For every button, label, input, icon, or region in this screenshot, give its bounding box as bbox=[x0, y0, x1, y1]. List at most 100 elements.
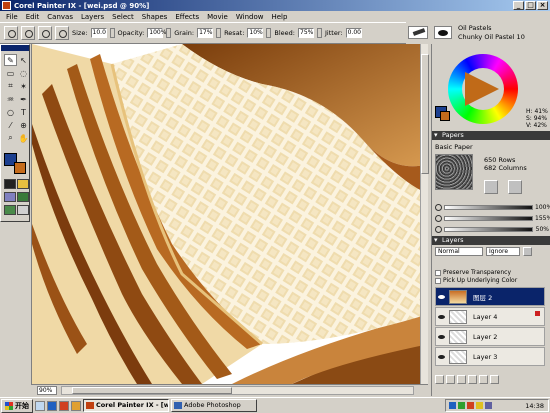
quicklaunch-desktop-icon[interactable] bbox=[35, 400, 45, 411]
create-mask-icon[interactable] bbox=[457, 375, 466, 384]
paper-scale-slider[interactable]: 100% bbox=[435, 203, 550, 212]
saturation-value-triangle[interactable] bbox=[465, 72, 499, 106]
rect-select-icon[interactable]: ▭ bbox=[4, 67, 17, 79]
layer-row-selected[interactable]: 图层 2 bbox=[435, 287, 545, 306]
quicklaunch-folder-icon[interactable] bbox=[71, 400, 81, 411]
papers-palette-header[interactable]: Papers bbox=[432, 131, 550, 140]
menu-shapes[interactable]: Shapes bbox=[138, 13, 172, 21]
paint-bucket-icon[interactable]: ♒ bbox=[4, 93, 17, 105]
group-layers-icon[interactable] bbox=[479, 375, 488, 384]
resat-field[interactable]: 10% bbox=[247, 28, 264, 38]
straight-line-icon[interactable] bbox=[38, 26, 52, 40]
grain-field[interactable]: 17% bbox=[197, 28, 214, 38]
additional-color-swatch[interactable] bbox=[14, 162, 26, 174]
nozzle-selector-icon[interactable] bbox=[17, 205, 29, 215]
gradient-selector-icon[interactable] bbox=[17, 179, 29, 189]
opacity-field[interactable]: 100% bbox=[147, 28, 166, 38]
dynamic-plugins-icon[interactable] bbox=[446, 375, 455, 384]
new-layer-icon[interactable] bbox=[468, 375, 477, 384]
close-button[interactable]: × bbox=[537, 1, 548, 10]
paper-selector-icon[interactable] bbox=[4, 179, 16, 189]
paper-brightness-slider[interactable]: 50% bbox=[435, 225, 549, 234]
magic-wand-icon[interactable]: ✶ bbox=[17, 80, 30, 92]
tray-security-icon[interactable] bbox=[458, 402, 465, 409]
paper-texture-preview[interactable] bbox=[435, 154, 473, 190]
pen-icon[interactable]: ✒ bbox=[17, 93, 30, 105]
menu-effects[interactable]: Effects bbox=[171, 13, 203, 21]
opacity-slider-button[interactable] bbox=[166, 28, 172, 38]
grain-slider-button[interactable] bbox=[216, 28, 222, 38]
brush-variant-name[interactable]: Chunky Oil Pastel 10 bbox=[458, 33, 525, 41]
resat-slider-button[interactable] bbox=[266, 28, 272, 38]
eye-icon[interactable] bbox=[438, 333, 446, 341]
grabber-icon[interactable]: ✋ bbox=[17, 132, 30, 144]
layer-options-icon[interactable] bbox=[523, 247, 532, 256]
eye-icon[interactable] bbox=[438, 313, 446, 321]
layers-palette-header[interactable]: Layers bbox=[432, 236, 550, 245]
brush-variant-icon[interactable] bbox=[434, 26, 452, 39]
slider-track[interactable] bbox=[444, 227, 533, 232]
layer-adjuster-icon[interactable]: ↖ bbox=[17, 54, 30, 66]
layer-name[interactable]: Layer 4 bbox=[473, 313, 497, 321]
look-selector-icon[interactable] bbox=[4, 205, 16, 215]
dropper-icon[interactable]: ⁄ bbox=[4, 119, 17, 131]
layer-name[interactable]: 图层 2 bbox=[473, 292, 492, 302]
tray-ime-icon[interactable] bbox=[485, 402, 492, 409]
quicklaunch-app-icon[interactable] bbox=[59, 400, 69, 411]
menu-canvas[interactable]: Canvas bbox=[43, 13, 77, 21]
magnifier-icon[interactable]: ⌕ bbox=[4, 132, 17, 144]
pattern-selector-icon[interactable] bbox=[4, 192, 16, 202]
composite-method-dropdown[interactable]: Normal bbox=[435, 247, 483, 256]
bleed-field[interactable]: 75% bbox=[298, 28, 315, 38]
start-button[interactable]: 开始 bbox=[1, 398, 33, 413]
paper-name[interactable]: Basic Paper bbox=[435, 143, 473, 151]
layer-row[interactable]: Layer 3 bbox=[435, 347, 545, 366]
preserve-transparency-row[interactable]: Preserve Transparency bbox=[435, 269, 511, 276]
colors-additional-swatch[interactable] bbox=[440, 111, 450, 121]
zoom-field[interactable]: 90% bbox=[37, 386, 57, 395]
document-canvas[interactable] bbox=[31, 44, 428, 384]
paper-direction-button[interactable] bbox=[508, 180, 522, 194]
layer-row[interactable]: Layer 4 bbox=[435, 307, 545, 326]
menu-file[interactable]: File bbox=[2, 13, 22, 21]
paper-contrast-slider[interactable]: 155% bbox=[435, 214, 550, 223]
menu-window[interactable]: Window bbox=[232, 13, 268, 21]
shape-icon[interactable]: ○ bbox=[4, 106, 17, 118]
menu-edit[interactable]: Edit bbox=[22, 13, 44, 21]
task-painter[interactable]: Corel Painter IX - [wei... bbox=[83, 399, 169, 412]
tray-network-icon[interactable] bbox=[449, 402, 456, 409]
crop-icon[interactable]: ⌗ bbox=[4, 80, 17, 92]
tray-app-icon[interactable] bbox=[467, 402, 474, 409]
maximize-button[interactable]: □ bbox=[525, 1, 536, 10]
minimize-button[interactable]: _ bbox=[513, 1, 524, 10]
pick-up-color-row[interactable]: Pick Up Underlying Color bbox=[435, 277, 517, 284]
layer-name[interactable]: Layer 2 bbox=[473, 333, 497, 341]
layer-commands-icon[interactable] bbox=[435, 375, 444, 384]
tray-volume-icon[interactable] bbox=[476, 402, 483, 409]
preserve-transparency-checkbox[interactable] bbox=[435, 269, 441, 276]
composite-depth-dropdown[interactable]: Ignore bbox=[486, 247, 520, 256]
layer-name[interactable]: Layer 3 bbox=[473, 353, 497, 361]
quicklaunch-ie-icon[interactable] bbox=[47, 400, 57, 411]
brush-category-icon[interactable] bbox=[408, 26, 428, 39]
dab-type-icon[interactable] bbox=[55, 26, 69, 40]
horizontal-scroll-thumb[interactable] bbox=[72, 387, 232, 394]
task-photoshop[interactable]: Adobe Photoshop bbox=[171, 399, 257, 412]
menu-layers[interactable]: Layers bbox=[77, 13, 108, 21]
canvas-vertical-scrollbar[interactable] bbox=[420, 44, 429, 384]
bleed-slider-button[interactable] bbox=[317, 28, 323, 38]
brush-category-name[interactable]: Oil Pastels bbox=[458, 24, 492, 32]
paper-invert-button[interactable] bbox=[484, 180, 498, 194]
eye-icon[interactable] bbox=[438, 293, 446, 301]
pick-up-color-checkbox[interactable] bbox=[435, 277, 441, 284]
size-field[interactable]: 10.0 bbox=[90, 28, 107, 38]
cloner-icon[interactable]: ⊕ bbox=[17, 119, 30, 131]
delete-layer-icon[interactable] bbox=[490, 375, 499, 384]
reset-tool-icon[interactable] bbox=[4, 26, 18, 40]
freehand-stroke-icon[interactable] bbox=[21, 26, 35, 40]
lasso-icon[interactable]: ◌ bbox=[17, 67, 30, 79]
eye-icon[interactable] bbox=[438, 353, 446, 361]
weaving-selector-icon[interactable] bbox=[17, 192, 29, 202]
slider-track[interactable] bbox=[444, 205, 533, 210]
brush-tool-icon[interactable]: ✎ bbox=[4, 54, 17, 66]
